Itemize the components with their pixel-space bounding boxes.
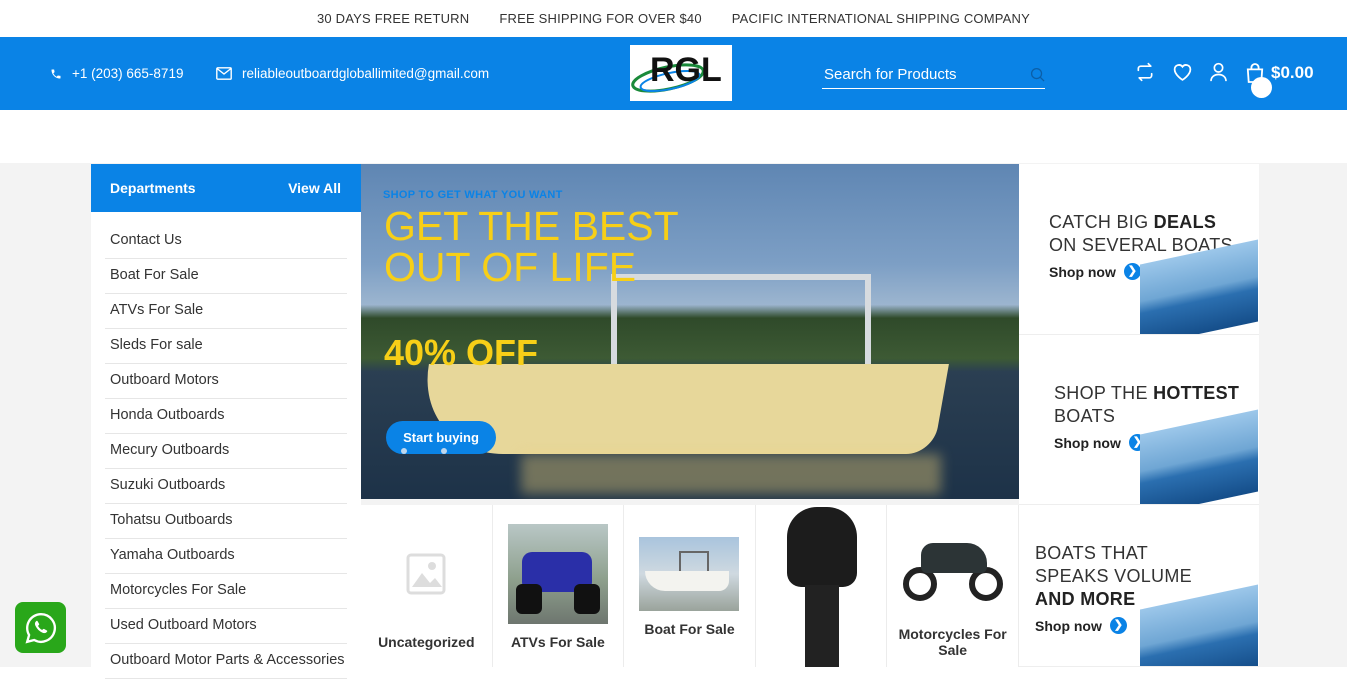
- category-name: Motorcycles For Sale: [898, 626, 1007, 658]
- view-all-link[interactable]: View All: [288, 180, 341, 196]
- account-user-icon[interactable]: [1209, 62, 1228, 82]
- wishlist-heart-icon[interactable]: [1172, 62, 1193, 82]
- cart-count-badge: [1251, 77, 1272, 98]
- atv-image: [507, 524, 608, 624]
- dept-item-honda-outboards[interactable]: Honda Outboards: [105, 399, 347, 434]
- outboard-motor-image: [771, 505, 871, 667]
- slider-dot[interactable]: [401, 448, 407, 454]
- whatsapp-chat-button[interactable]: [15, 602, 66, 653]
- whatsapp-icon: [25, 612, 56, 643]
- dept-item-tohatsu-outboards[interactable]: Tohatsu Outboards: [105, 504, 347, 539]
- category-name: Boat For Sale: [644, 621, 735, 637]
- slider-dot-active[interactable]: [413, 448, 435, 454]
- promo-banner-hottest[interactable]: SHOP THE HOTTEST BOATS Shop now ❯: [1019, 335, 1259, 505]
- dept-item-sleds-for-sale[interactable]: Sleds For sale: [105, 329, 347, 364]
- dept-item-boat-for-sale[interactable]: Boat For Sale: [105, 259, 347, 294]
- promo-banner-volume[interactable]: BOATS THAT SPEAKS VOLUME AND MORE Shop n…: [1019, 505, 1259, 667]
- shop-now-link[interactable]: Shop now ❯: [1035, 617, 1127, 634]
- announcement-bar: 30 DAYS FREE RETURN FREE SHIPPING FOR OV…: [0, 0, 1347, 37]
- hero-water-reflection: [521, 454, 941, 494]
- compare-icon[interactable]: [1135, 62, 1155, 82]
- email-contact[interactable]: reliableoutboardgloballimited@gmail.com: [216, 37, 489, 110]
- placeholder-image-icon: [406, 553, 446, 595]
- departments-header: Departments View All: [91, 164, 361, 212]
- hero-subtitle: SHOP TO GET WHAT YOU WANT: [383, 189, 563, 201]
- cart-total[interactable]: $0.00: [1271, 63, 1314, 83]
- search-icon[interactable]: [1030, 67, 1045, 82]
- category-row: Uncategorized ATVs For Sale Boat For Sal…: [361, 505, 1019, 667]
- phone-icon: [51, 69, 61, 78]
- hero-offer: 40% OFF: [384, 332, 539, 373]
- announcement-free-return: 30 DAYS FREE RETURN: [316, 11, 470, 26]
- hero-banner: SHOP TO GET WHAT YOU WANT GET THE BEST O…: [361, 164, 1019, 499]
- category-tile-outboard-motor[interactable]: [756, 505, 888, 667]
- dept-item-used-outboard-motors[interactable]: Used Outboard Motors: [105, 609, 347, 644]
- shop-now-link[interactable]: Shop now ❯: [1054, 434, 1146, 451]
- dept-item-contact-us[interactable]: Contact Us: [105, 224, 347, 259]
- slider-dots: [401, 448, 447, 454]
- departments-title: Departments: [110, 180, 196, 196]
- category-tile-motorcycles[interactable]: Motorcycles For Sale: [887, 505, 1019, 667]
- departments-menu: Departments View All Contact Us Boat For…: [91, 164, 361, 679]
- shop-now-link[interactable]: Shop now ❯: [1049, 263, 1141, 280]
- motorcycle-image: [902, 529, 1003, 605]
- slider-dot[interactable]: [441, 448, 447, 454]
- departments-list: Contact Us Boat For Sale ATVs For Sale S…: [91, 212, 361, 679]
- email-address: reliableoutboardgloballimited@gmail.com: [242, 66, 490, 81]
- logo-text: RGL: [650, 51, 722, 89]
- category-name: ATVs For Sale: [510, 634, 605, 650]
- promo-banner-deals[interactable]: CATCH BIG DEALS ON SEVERAL BOATS Shop no…: [1019, 164, 1259, 335]
- site-logo[interactable]: RGL: [630, 45, 732, 101]
- search-input[interactable]: [824, 65, 1014, 83]
- dept-item-mecury-outboards[interactable]: Mecury Outboards: [105, 434, 347, 469]
- dept-item-atvs-for-sale[interactable]: ATVs For Sale: [105, 294, 347, 329]
- hero-title: GET THE BEST OUT OF LIFE: [384, 203, 678, 290]
- category-name: Uncategorized: [378, 634, 475, 650]
- phone-number: +1 (203) 665-8719: [72, 66, 184, 81]
- phone-contact[interactable]: +1 (203) 665-8719: [50, 37, 183, 110]
- dept-item-outboard-motors[interactable]: Outboard Motors: [105, 364, 347, 399]
- arrow-right-icon: ❯: [1123, 263, 1141, 280]
- mail-icon: [216, 67, 232, 80]
- site-header: +1 (203) 665-8719 reliableoutboardglobal…: [0, 37, 1347, 110]
- arrow-right-icon: ❯: [1109, 617, 1127, 634]
- dept-item-yamaha-outboards[interactable]: Yamaha Outboards: [105, 539, 347, 574]
- category-tile-boat[interactable]: Boat For Sale: [624, 505, 756, 667]
- dept-item-outboard-parts[interactable]: Outboard Motor Parts & Accessories: [105, 644, 347, 679]
- boat-image: [639, 537, 740, 611]
- dept-item-suzuki-outboards[interactable]: Suzuki Outboards: [105, 469, 347, 504]
- category-tile-uncategorized[interactable]: Uncategorized: [361, 505, 493, 667]
- dept-item-motorcycles-for-sale[interactable]: Motorcycles For Sale: [105, 574, 347, 609]
- announcement-free-shipping: FREE SHIPPING FOR OVER $40: [499, 11, 702, 26]
- announcement-shipping-company: PACIFIC INTERNATIONAL SHIPPING COMPANY: [731, 11, 1030, 26]
- search-bar[interactable]: [822, 60, 1045, 89]
- category-tile-atvs[interactable]: ATVs For Sale: [493, 505, 625, 667]
